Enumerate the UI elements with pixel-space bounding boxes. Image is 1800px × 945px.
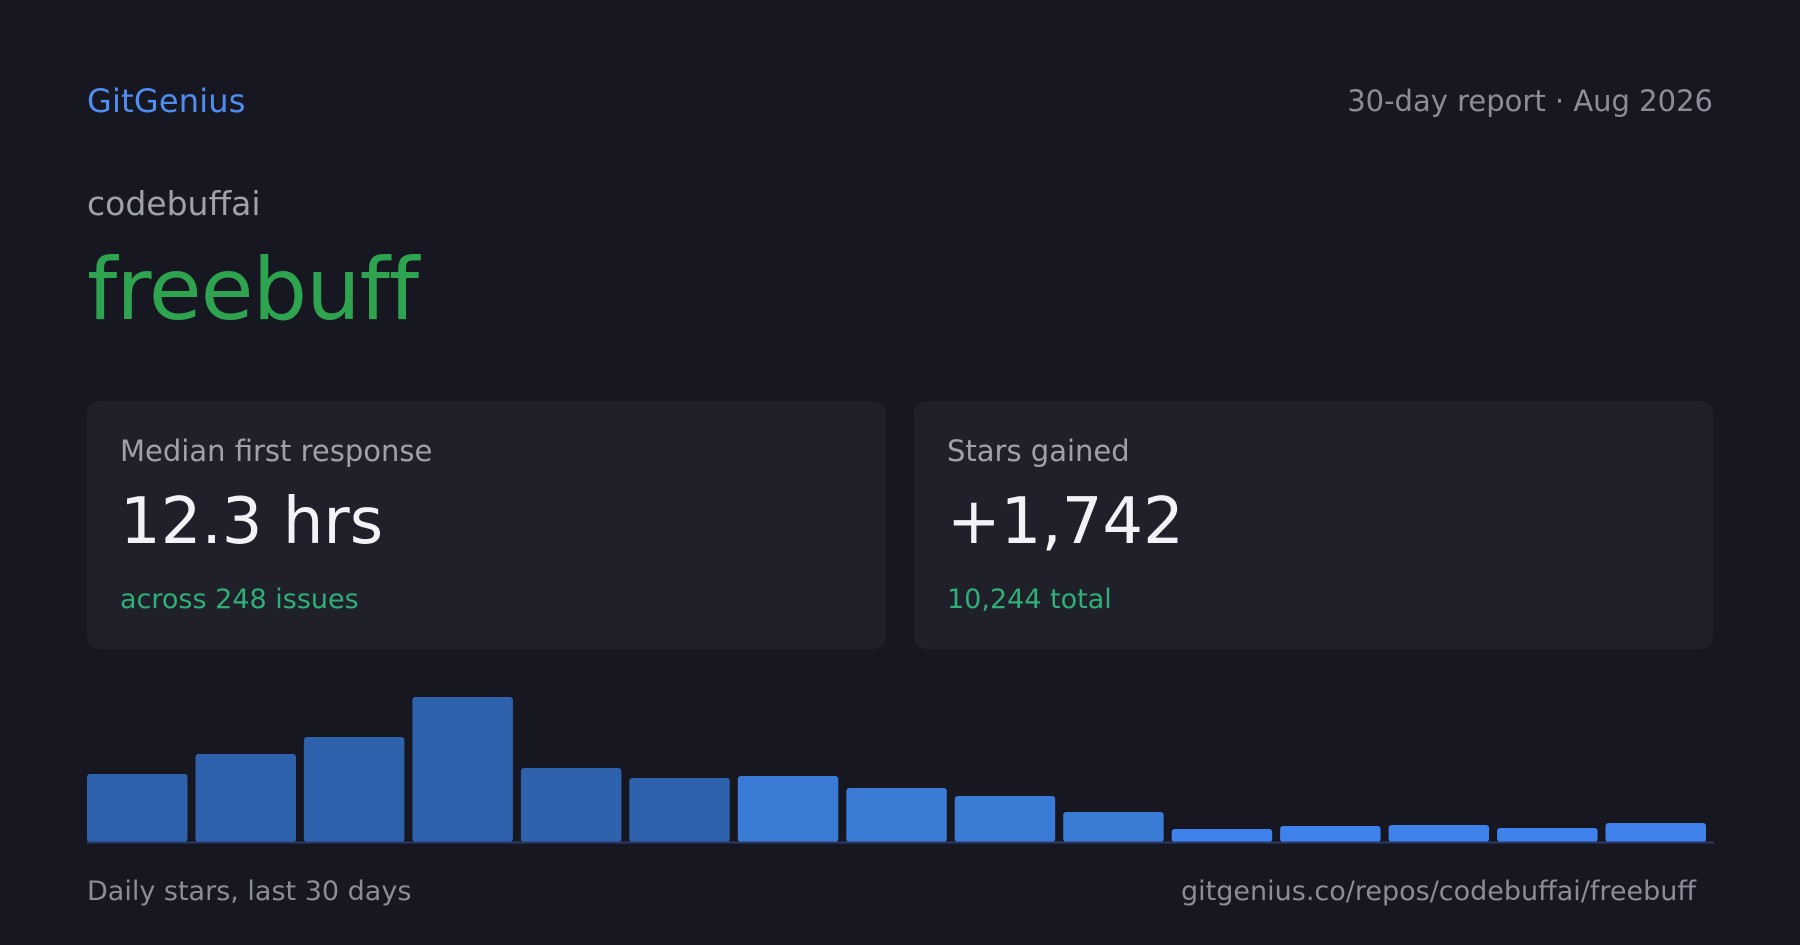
bar-9 bbox=[954, 796, 1056, 842]
bar-5 bbox=[520, 768, 622, 842]
bar-11 bbox=[1171, 829, 1273, 842]
bar-13 bbox=[1388, 825, 1490, 842]
bar-7 bbox=[737, 776, 839, 842]
bar-1 bbox=[87, 774, 188, 842]
repo-name[interactable]: freebuff bbox=[87, 240, 419, 340]
repo-url[interactable]: gitgenius.co/repos/codebuffai/freebuff bbox=[1181, 876, 1696, 907]
median-response-value: 12.3 hrs bbox=[120, 485, 384, 559]
bar-10 bbox=[1063, 812, 1164, 842]
stars-gained-value: +1,742 bbox=[947, 485, 1184, 559]
bar-2 bbox=[195, 754, 296, 842]
daily-stars-svg bbox=[87, 697, 1714, 844]
bar-3 bbox=[303, 737, 405, 842]
stars-gained-card: Stars gained +1,742 10,244 total bbox=[914, 401, 1713, 649]
brand-logo[interactable]: GitGenius bbox=[87, 82, 246, 120]
stars-gained-label: Stars gained bbox=[947, 434, 1130, 468]
bar-6 bbox=[629, 778, 730, 842]
report-period: 30-day report · Aug 2026 bbox=[1347, 84, 1713, 118]
bar-15 bbox=[1605, 823, 1706, 842]
median-response-sub: across 248 issues bbox=[120, 584, 359, 615]
repo-owner[interactable]: codebuffai bbox=[87, 184, 261, 223]
bar-14 bbox=[1497, 828, 1598, 842]
bar-4 bbox=[412, 697, 513, 842]
stars-total-sub: 10,244 total bbox=[947, 584, 1112, 615]
chart-caption: Daily stars, last 30 days bbox=[87, 876, 412, 907]
daily-stars-chart bbox=[87, 690, 1714, 844]
median-response-card: Median first response 12.3 hrs across 24… bbox=[87, 401, 886, 649]
bar-12 bbox=[1280, 826, 1381, 842]
bar-8 bbox=[846, 788, 947, 842]
median-response-label: Median first response bbox=[120, 434, 433, 468]
